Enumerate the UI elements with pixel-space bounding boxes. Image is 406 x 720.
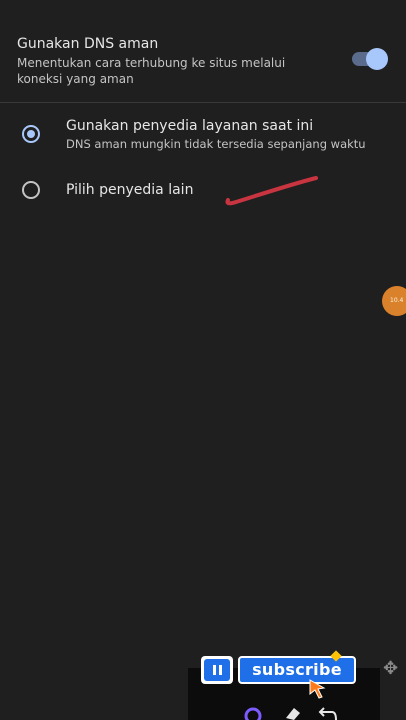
- radio-current-provider[interactable]: [22, 125, 40, 143]
- option-current-provider[interactable]: Gunakan penyedia layanan saat ini DNS am…: [0, 108, 406, 158]
- switch-knob: [366, 48, 388, 70]
- secure-dns-toggle-row[interactable]: Gunakan DNS aman Menentukan cara terhubu…: [0, 24, 406, 102]
- secure-dns-settings-screen: Gunakan DNS aman Menentukan cara terhubu…: [0, 0, 406, 720]
- eraser-icon[interactable]: [282, 704, 302, 720]
- secure-dns-switch[interactable]: [352, 48, 388, 70]
- secure-dns-description: Menentukan cara terhubung ke situs melal…: [17, 56, 286, 86]
- pause-icon: [204, 659, 230, 681]
- floating-badge-text: 10.4: [390, 297, 404, 304]
- red-underline-annotation: [225, 176, 318, 206]
- option-current-provider-sublabel: DNS aman mungkin tidak tersedia sepanjan…: [66, 137, 366, 151]
- color-wheel-icon[interactable]: [244, 704, 262, 720]
- radio-other-provider[interactable]: [22, 181, 40, 199]
- option-other-provider-label: Pilih penyedia lain: [66, 182, 194, 198]
- pause-button[interactable]: [201, 656, 233, 684]
- option-current-provider-label: Gunakan penyedia layanan saat ini: [66, 118, 314, 134]
- divider: [0, 102, 406, 103]
- option-other-provider[interactable]: Pilih penyedia lain: [0, 170, 406, 210]
- secure-dns-title: Gunakan DNS aman: [17, 36, 159, 52]
- annotation-stroke: [225, 176, 318, 206]
- cursor-arrow-icon: [309, 679, 326, 699]
- undo-icon[interactable]: [318, 704, 338, 720]
- move-icon[interactable]: ✥: [383, 660, 398, 678]
- subscribe-button[interactable]: subscribe: [238, 656, 356, 684]
- floating-badge[interactable]: 10.4: [382, 286, 406, 316]
